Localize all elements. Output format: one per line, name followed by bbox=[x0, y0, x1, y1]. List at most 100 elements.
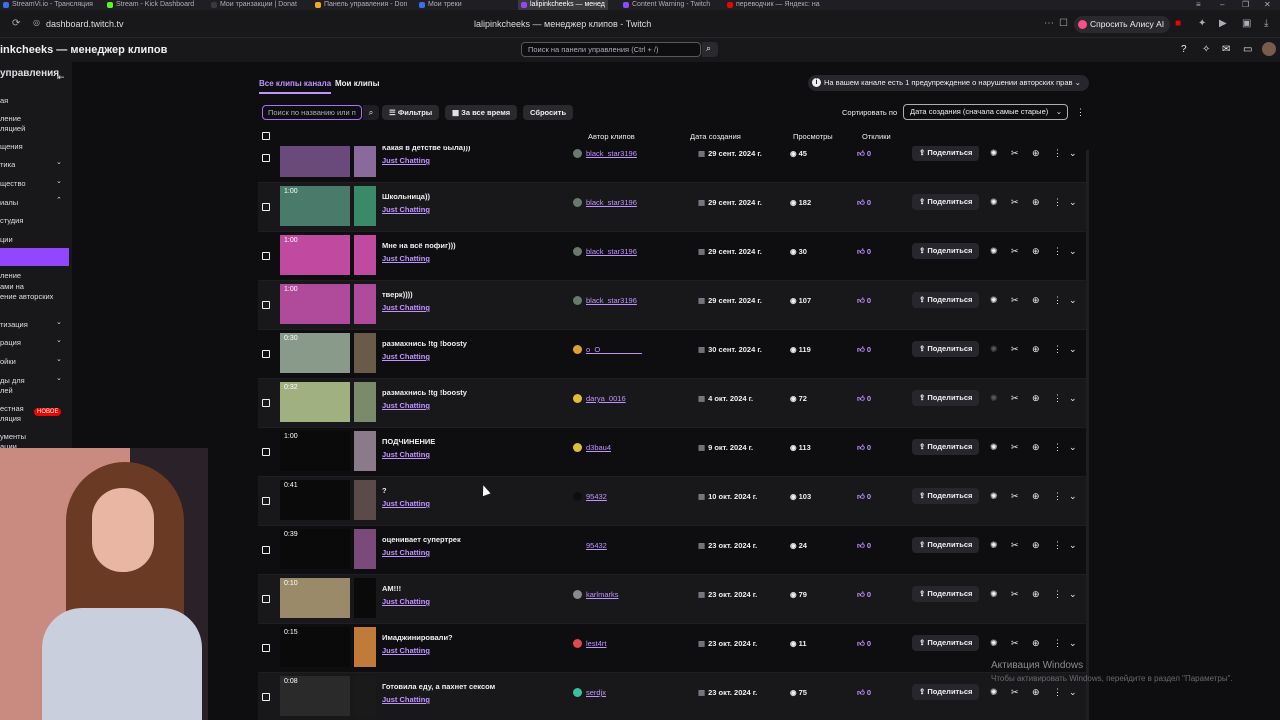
chevron-down-icon[interactable]: ⌄ bbox=[1069, 638, 1077, 649]
chevron-down-icon[interactable]: ⌄ bbox=[1069, 442, 1077, 453]
clip-likes[interactable]: 👍︎ 0 bbox=[857, 345, 871, 355]
play-circle-icon[interactable]: ⊕ bbox=[1032, 687, 1040, 698]
play-icon[interactable]: ▶ bbox=[1219, 18, 1227, 29]
clip-category-link[interactable]: Just Chatting bbox=[382, 548, 430, 557]
scissors-icon[interactable]: ✂ bbox=[1011, 344, 1019, 355]
table-row[interactable]: 0:30 размахнись !tg !boosty Just Chattin… bbox=[258, 330, 1086, 379]
clips-search-input[interactable]: Поиск по названию или п bbox=[262, 105, 362, 120]
ask-alice-button[interactable]: Спросить Алису AI bbox=[1074, 16, 1171, 33]
share-button[interactable]: ⇪ Поделиться bbox=[912, 586, 980, 602]
maximize-icon[interactable]: ❐ bbox=[1242, 0, 1249, 10]
sidebar-item[interactable]: лей bbox=[0, 386, 13, 395]
row-checkbox[interactable] bbox=[262, 350, 270, 358]
clip-likes[interactable]: 👍︎ 0 bbox=[857, 639, 871, 649]
bookmark-icon[interactable]: ☐ bbox=[1059, 18, 1068, 29]
share-button[interactable]: ⇪ Поделиться bbox=[912, 684, 980, 700]
site-info-icon[interactable]: ◎ bbox=[33, 18, 40, 27]
clip-thumbnail-vertical[interactable] bbox=[354, 529, 376, 569]
clip-settings-icon[interactable]: ✺ bbox=[990, 540, 998, 551]
clip-likes[interactable]: 👍︎ 0 bbox=[857, 541, 871, 551]
sidebar-item[interactable]: тика bbox=[0, 160, 15, 169]
browser-tab[interactable]: Мои транзакции | Donat bbox=[208, 0, 308, 10]
share-button[interactable]: ⇪ Поделиться bbox=[912, 341, 980, 357]
browser-tab[interactable]: lalipinkcheeks — менед bbox=[518, 0, 608, 10]
sidebar-item[interactable]: щество bbox=[0, 179, 26, 188]
clip-likes[interactable]: 👍︎ 0 bbox=[857, 492, 871, 502]
share-button[interactable]: ⇪ Поделиться bbox=[912, 390, 980, 406]
share-button[interactable]: ⇪ Поделиться bbox=[912, 439, 980, 455]
more-vertical-icon[interactable]: ⋮ bbox=[1053, 540, 1062, 551]
more-vertical-icon[interactable]: ⋮ bbox=[1053, 344, 1062, 355]
clip-likes[interactable]: 👍︎ 0 bbox=[857, 443, 871, 453]
chevron-down-icon[interactable]: ⌄ bbox=[56, 177, 62, 185]
clip-settings-icon[interactable]: ✺ bbox=[990, 442, 998, 453]
clip-category-link[interactable]: Just Chatting bbox=[382, 254, 430, 263]
chevron-down-icon[interactable]: ⌄ bbox=[1069, 197, 1077, 208]
clips-search-button[interactable]: ⌕ bbox=[363, 105, 379, 120]
clip-settings-icon[interactable]: ✺ bbox=[990, 687, 998, 698]
clip-category-link[interactable]: Just Chatting bbox=[382, 450, 430, 459]
clip-category-link[interactable]: Just Chatting bbox=[382, 499, 430, 508]
clip-settings-icon[interactable]: ✺ bbox=[990, 589, 998, 600]
sidebar-item[interactable]: студия bbox=[0, 216, 23, 225]
clip-thumbnail-vertical[interactable] bbox=[354, 382, 376, 422]
play-circle-icon[interactable]: ⊕ bbox=[1032, 393, 1040, 404]
play-circle-icon[interactable]: ⊕ bbox=[1032, 491, 1040, 502]
sidebar-item[interactable]: ление bbox=[0, 271, 21, 280]
collapse-sidebar-icon[interactable]: ⇤ bbox=[57, 72, 65, 83]
more-vertical-icon[interactable]: ⋮ bbox=[1053, 295, 1062, 306]
play-circle-icon[interactable]: ⊕ bbox=[1032, 246, 1040, 257]
table-row[interactable]: 0:15 Имаджинировали? Just Chatting lest4… bbox=[258, 624, 1086, 673]
clip-category-link[interactable]: Just Chatting bbox=[382, 597, 430, 606]
sidebar-item[interactable]: ойки bbox=[0, 357, 16, 366]
share-button[interactable]: ⇪ Поделиться bbox=[912, 146, 980, 161]
chevron-down-icon[interactable]: ⌄ bbox=[56, 374, 62, 382]
clip-thumbnail-vertical[interactable] bbox=[354, 627, 376, 667]
chevron-down-icon[interactable]: ⌄ bbox=[1069, 246, 1077, 257]
adblock-icon[interactable]: ■ bbox=[1175, 18, 1181, 29]
clip-author-link[interactable]: o_O__________ bbox=[573, 345, 642, 354]
more-vertical-icon[interactable]: ⋮ bbox=[1053, 589, 1062, 600]
more-vertical-icon[interactable]: ⋮ bbox=[1053, 638, 1062, 649]
tab-my-clips[interactable]: Мои клипы bbox=[335, 79, 379, 88]
table-row[interactable]: 1:00 ПОДЧИНЕНИЕ Just Chatting d3bau4 ▦ 9 … bbox=[258, 428, 1086, 477]
clip-settings-icon[interactable]: ✺ bbox=[990, 197, 998, 208]
clip-settings-icon[interactable]: ✺ bbox=[990, 344, 998, 355]
clip-category-link[interactable]: Just Chatting bbox=[382, 352, 430, 361]
clip-thumbnail-vertical[interactable] bbox=[354, 431, 376, 471]
share-button[interactable]: ⇪ Поделиться bbox=[912, 194, 980, 210]
row-checkbox[interactable] bbox=[262, 644, 270, 652]
play-circle-icon[interactable]: ⊕ bbox=[1032, 148, 1040, 159]
chevron-down-icon[interactable]: ⌄ bbox=[56, 318, 62, 326]
dashboard-search-input[interactable]: Поиск на панели управления (Ctrl + /) bbox=[521, 42, 701, 57]
scissors-icon[interactable]: ✂ bbox=[1011, 687, 1019, 698]
browser-tab[interactable]: переводчик — Яндекс: на bbox=[724, 0, 820, 10]
sidebar-item[interactable]: ая bbox=[0, 96, 8, 105]
scrollbar[interactable] bbox=[1086, 150, 1089, 720]
clip-settings-icon[interactable]: ✺ bbox=[990, 491, 998, 502]
chevron-down-icon[interactable]: ⌄ bbox=[56, 158, 62, 166]
scissors-icon[interactable]: ✂ bbox=[1011, 246, 1019, 257]
row-checkbox[interactable] bbox=[262, 448, 270, 456]
clip-category-link[interactable]: Just Chatting bbox=[382, 156, 430, 165]
chevron-down-icon[interactable]: ⌄ bbox=[1069, 491, 1077, 502]
clip-thumbnail-vertical[interactable] bbox=[354, 578, 376, 618]
extensions-icon[interactable]: ✦ bbox=[1198, 18, 1206, 29]
clip-category-link[interactable]: Just Chatting bbox=[382, 695, 430, 704]
clip-author-link[interactable]: black_star3196 bbox=[573, 296, 637, 305]
row-checkbox[interactable] bbox=[262, 595, 270, 603]
scissors-icon[interactable]: ✂ bbox=[1011, 197, 1019, 208]
more-vertical-icon[interactable]: ⋮ bbox=[1053, 442, 1062, 453]
sidebar-item-clips-active[interactable] bbox=[0, 248, 69, 266]
sidebar-item[interactable]: иалы bbox=[0, 198, 18, 207]
row-checkbox[interactable] bbox=[262, 399, 270, 407]
row-checkbox[interactable] bbox=[262, 203, 270, 211]
clip-settings-icon[interactable]: ✺ bbox=[990, 295, 998, 306]
col-date[interactable]: Дата создания bbox=[690, 132, 741, 141]
sidebar-item[interactable]: ение авторских bbox=[0, 292, 53, 301]
clip-author-link[interactable]: karlmarks bbox=[573, 590, 619, 599]
table-row[interactable]: 1:00 Школьница)) Just Chatting black_sta… bbox=[258, 183, 1086, 232]
sidebar-item[interactable]: рация bbox=[0, 338, 21, 347]
clip-category-link[interactable]: Just Chatting bbox=[382, 646, 430, 655]
chevron-up-icon[interactable]: ⌃ bbox=[56, 196, 62, 204]
